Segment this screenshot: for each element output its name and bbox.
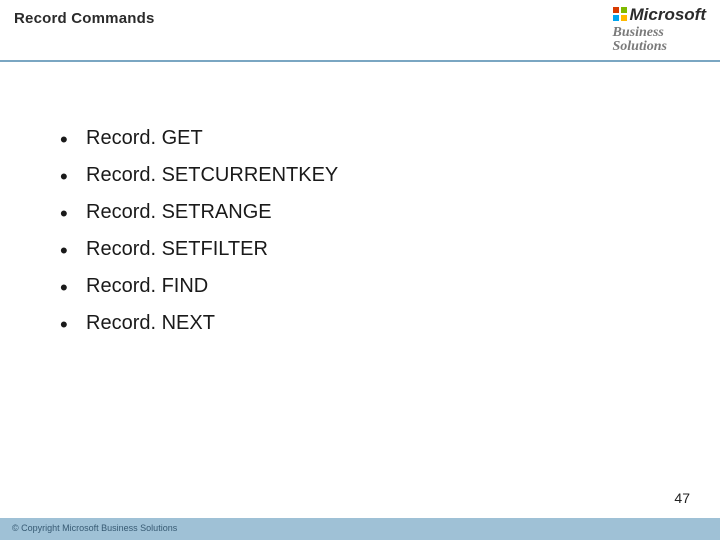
list-item: Record. SETRANGE [60, 194, 660, 231]
slide-title: Record Commands [14, 10, 155, 27]
slide-body: Record. GET Record. SETCURRENTKEY Record… [60, 120, 660, 342]
brand-line1: Microsoft [613, 5, 707, 24]
slide-header: Record Commands Microsoft Business Solut… [0, 0, 720, 62]
list-item: Record. SETCURRENTKEY [60, 157, 660, 194]
brand-logo: Microsoft Business Solutions [613, 6, 707, 54]
brand-line3: Solutions [613, 40, 707, 54]
list-item: Record. NEXT [60, 305, 660, 342]
footer-bar: © Copyright Microsoft Business Solutions [0, 518, 720, 540]
list-item: Record. GET [60, 120, 660, 157]
brand-line2: Business [613, 26, 707, 40]
page-number: 47 [674, 490, 690, 506]
list-item: Record. FIND [60, 268, 660, 305]
list-item: Record. SETFILTER [60, 231, 660, 268]
bullet-list: Record. GET Record. SETCURRENTKEY Record… [60, 120, 660, 342]
copyright-text: © Copyright Microsoft Business Solutions [0, 518, 720, 533]
